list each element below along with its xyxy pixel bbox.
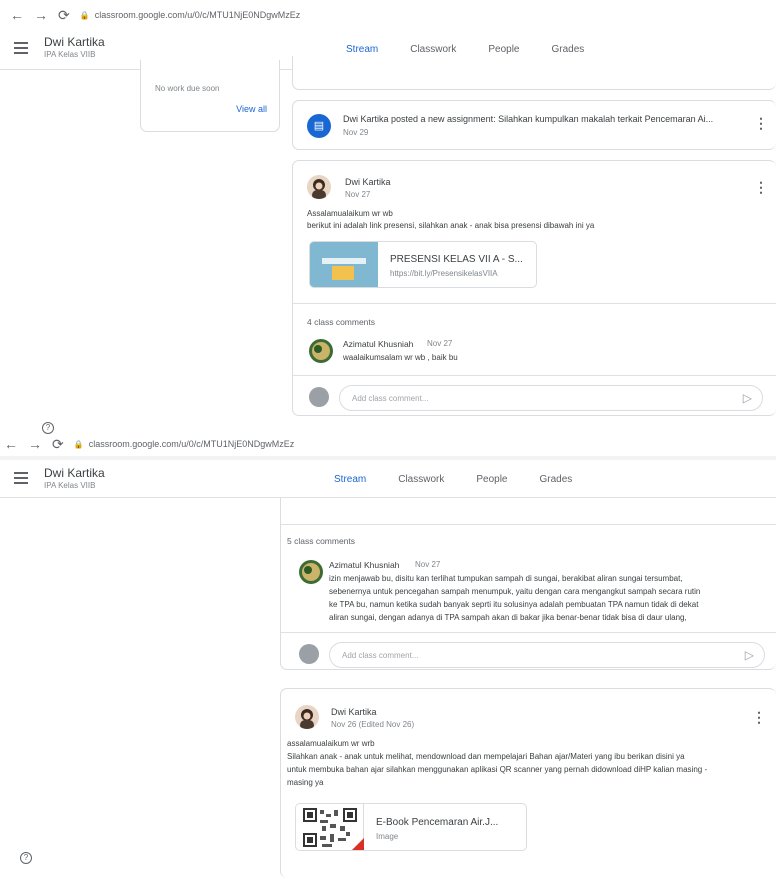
attachment-image[interactable]: E-Book Pencemaran Air.J... Image (295, 803, 527, 851)
comment-placeholder: Add class comment... (342, 651, 419, 660)
assignment-card[interactable]: ▤ Dwi Kartika posted a new assignment: S… (292, 100, 776, 150)
comment-input[interactable]: Add class comment... ▷ (339, 385, 763, 411)
class-name[interactable]: Dwi Kartika (44, 466, 105, 480)
post-date: Nov 26 (Edited Nov 26) (331, 720, 415, 729)
attachment-title: E-Book Pencemaran Air.J... (376, 817, 499, 828)
comments-count[interactable]: 5 class comments (287, 536, 355, 546)
browser-bar: ← → ⟳ 🔒 classroom.google.com/u/0/c/MTU1N… (4, 432, 776, 456)
address-bar[interactable]: classroom.google.com/u/0/c/MTU1NjE0NDgwM… (89, 439, 295, 449)
class-section: IPA Kelas VIIB (44, 50, 96, 59)
more-options-icon[interactable]: ⋮ (754, 179, 768, 196)
forward-icon[interactable]: → (28, 436, 42, 452)
tab-grades[interactable]: Grades (524, 460, 589, 500)
back-icon[interactable]: ← (10, 7, 24, 23)
post-line: untuk membuka bahan ajar silahkan menggu… (287, 765, 708, 774)
author-name: Dwi Kartika (331, 707, 377, 717)
comment-input[interactable]: Add class comment... ▷ (329, 642, 765, 668)
divider (281, 632, 776, 633)
tab-stream[interactable]: Stream (318, 460, 382, 501)
commenter-name: Azimatul Khusniah (329, 560, 400, 570)
help-icon[interactable]: ? (20, 852, 32, 864)
more-options-icon[interactable]: ⋮ (752, 709, 766, 726)
attachment-url: https://bit.ly/PresensikelasVIIA (390, 269, 498, 278)
tab-classwork[interactable]: Classwork (382, 460, 460, 500)
previous-post-card (292, 56, 776, 90)
app-header: Dwi Kartika IPA Kelas VIIB Stream Classw… (0, 460, 776, 501)
post-line: Silahkan anak - anak untuk melihat, mend… (287, 752, 685, 761)
more-options-icon[interactable]: ⋮ (754, 115, 768, 132)
comment-text: waalaikumsalam wr wb , baik bu (343, 353, 458, 362)
comments-card: 5 class comments Azimatul Khusniah Nov 2… (280, 498, 776, 670)
lock-icon: 🔒 (73, 439, 84, 449)
menu-icon[interactable] (14, 42, 28, 54)
attachment-link[interactable]: PRESENSI KELAS VII A - S... https://bit.… (309, 241, 537, 288)
send-icon[interactable]: ▷ (743, 391, 752, 405)
assignment-icon: ▤ (307, 114, 331, 138)
forward-icon[interactable]: → (34, 7, 48, 23)
send-icon[interactable]: ▷ (745, 648, 754, 662)
reload-icon[interactable]: ⟳ (58, 7, 70, 24)
post-line: assalamualaikum wr wrb (287, 739, 375, 748)
post-date: Nov 27 (345, 190, 371, 199)
attachment-type: Image (376, 832, 399, 841)
browser-bar: ← → ⟳ 🔒 classroom.google.com/u/0/c/MTU1N… (10, 0, 776, 30)
upcoming-card: No work due soon View all (140, 60, 280, 132)
user-avatar (299, 644, 319, 664)
back-icon[interactable]: ← (4, 436, 18, 452)
divider (293, 375, 776, 376)
announcement-card: Dwi Kartika Nov 27 ⋮ Assalamualaikum wr … (292, 160, 776, 416)
no-work-text: No work due soon (155, 84, 220, 93)
commenter-avatar (309, 339, 333, 363)
comment-date: Nov 27 (427, 339, 453, 348)
comment-line: izin menjawab bu, disitu kan terlihat tu… (329, 574, 683, 583)
lock-icon: 🔒 (79, 10, 90, 20)
assignment-date: Nov 29 (343, 128, 369, 137)
author-name: Dwi Kartika (345, 177, 391, 187)
menu-icon[interactable] (14, 472, 28, 484)
comment-placeholder: Add class comment... (352, 394, 429, 403)
class-name[interactable]: Dwi Kartika (44, 35, 105, 49)
divider (281, 524, 776, 525)
comment-date: Nov 27 (415, 560, 441, 569)
commenter-avatar (299, 560, 323, 584)
reload-icon[interactable]: ⟳ (52, 436, 64, 453)
qr-thumbnail (296, 804, 364, 850)
material-post-card: Dwi Kartika Nov 26 (Edited Nov 26) ⋮ ass… (280, 688, 776, 878)
tab-people[interactable]: People (460, 460, 523, 500)
comment-line: aliran sungai, dengan adanya di TPA samp… (329, 613, 687, 622)
user-avatar (309, 387, 329, 407)
comment-line: sebenernya untuk pencegahan sampah menum… (329, 587, 701, 596)
attachment-thumbnail (310, 242, 378, 287)
view-all-link[interactable]: View all (236, 104, 267, 114)
address-bar[interactable]: classroom.google.com/u/0/c/MTU1NjE0NDgwM… (95, 10, 301, 20)
divider (293, 303, 776, 304)
comment-line: ke TPA bu, namun ketika sudah banyak sep… (329, 600, 699, 609)
author-avatar (307, 175, 331, 199)
attachment-title: PRESENSI KELAS VII A - S... (390, 254, 523, 265)
comments-count[interactable]: 4 class comments (307, 317, 375, 327)
post-line: berikut ini adalah link presensi, silahk… (307, 221, 595, 230)
assignment-text[interactable]: Dwi Kartika posted a new assignment: Sil… (343, 114, 713, 124)
tab-bar: Stream Classwork People Grades (318, 460, 589, 501)
author-avatar (295, 705, 319, 729)
post-line: masing ya (287, 778, 324, 787)
class-section: IPA Kelas VIIB (44, 481, 96, 490)
commenter-name: Azimatul Khusniah (343, 339, 414, 349)
